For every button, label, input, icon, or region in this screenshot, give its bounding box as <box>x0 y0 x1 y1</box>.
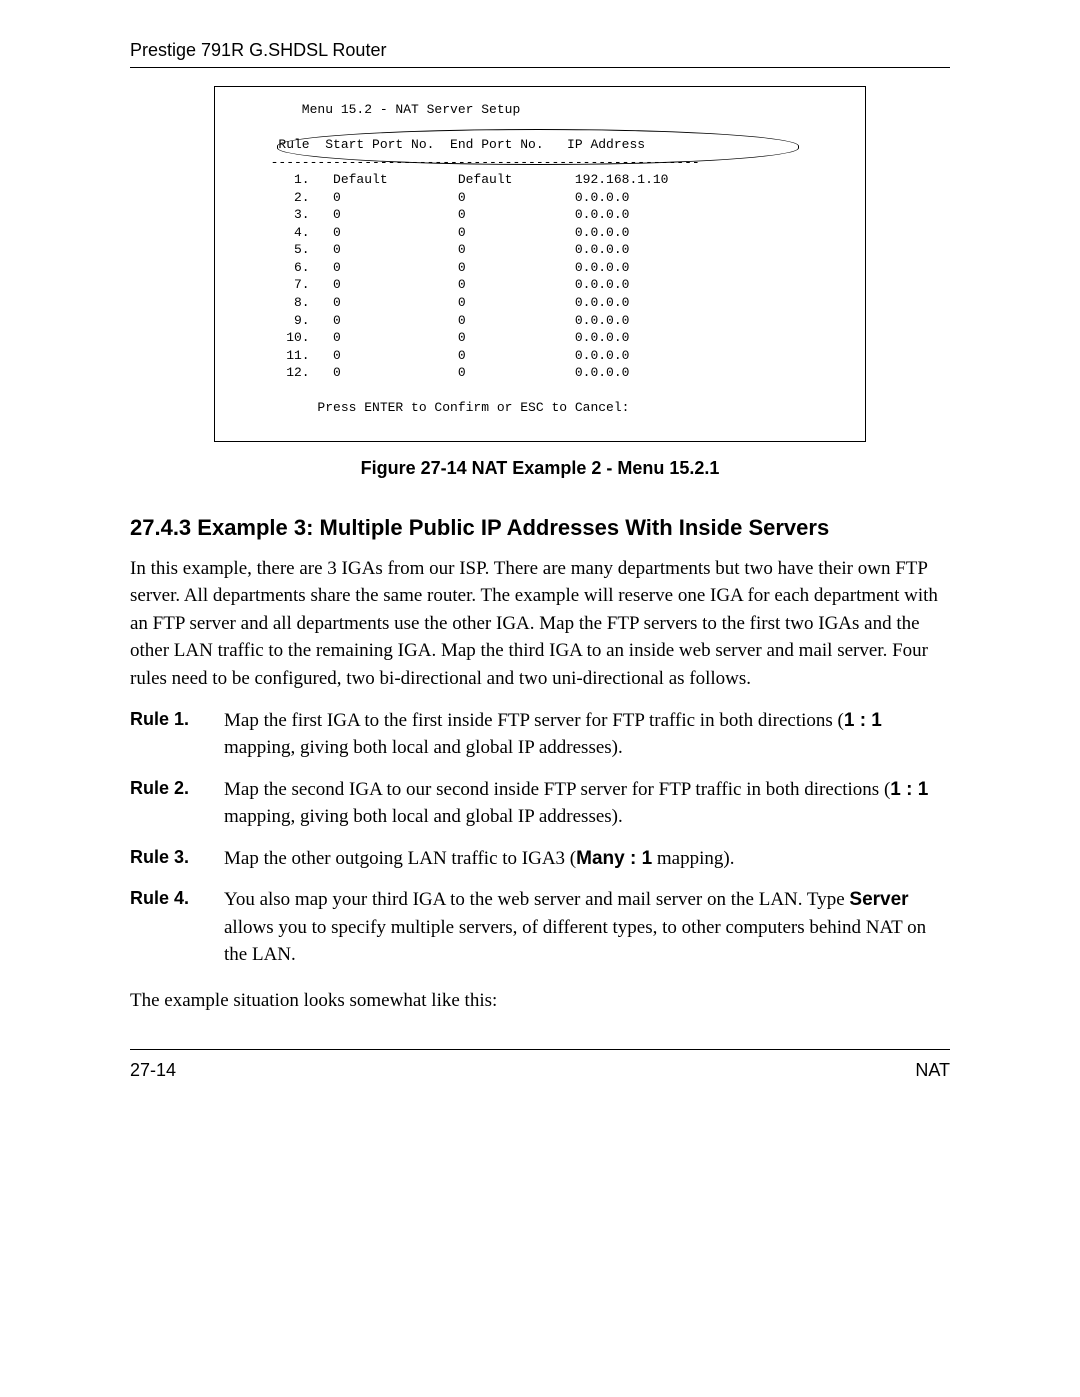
rule-label: Rule 4. <box>130 886 202 969</box>
document-page: Prestige 791R G.SHDSL Router Menu 15.2 -… <box>0 0 1080 1141</box>
rule-item: Rule 3. Map the other outgoing LAN traffi… <box>130 845 950 873</box>
rule-text-post: mapping, giving both local and global IP… <box>224 806 623 827</box>
rule-text-pre: Map the other outgoing LAN traffic to IG… <box>224 848 576 869</box>
rule-text-bold: Server <box>849 889 908 910</box>
figure-caption: Figure 27-14 NAT Example 2 - Menu 15.2.1 <box>130 458 950 479</box>
rule-item: Rule 4. You also map your third IGA to th… <box>130 886 950 969</box>
rule-label: Rule 1. <box>130 707 202 762</box>
rule-text: You also map your third IGA to the web s… <box>224 886 950 969</box>
closing-line: The example situation looks somewhat lik… <box>130 987 950 1015</box>
section-label: NAT <box>915 1060 950 1081</box>
rule-text-bold: 1 : 1 <box>890 779 928 800</box>
rule-item: Rule 1. Map the first IGA to the first in… <box>130 707 950 762</box>
rule-text-pre: You also map your third IGA to the web s… <box>224 889 849 910</box>
rule-text-bold: Many : 1 <box>576 848 652 869</box>
page-footer: 27-14 NAT <box>130 1049 950 1081</box>
running-header: Prestige 791R G.SHDSL Router <box>130 40 950 68</box>
rule-text: Map the other outgoing LAN traffic to IG… <box>224 845 950 873</box>
rule-text-post: allows you to specify multiple servers, … <box>224 917 926 966</box>
rule-list: Rule 1. Map the first IGA to the first in… <box>130 707 950 969</box>
section-heading: 27.4.3 Example 3: Multiple Public IP Add… <box>130 515 950 541</box>
rule-text-pre: Map the first IGA to the first inside FT… <box>224 710 844 731</box>
rule-text: Map the second IGA to our second inside … <box>224 776 950 831</box>
rule-text-bold: 1 : 1 <box>844 710 882 731</box>
rule-label: Rule 2. <box>130 776 202 831</box>
rule-text: Map the first IGA to the first inside FT… <box>224 707 950 762</box>
rule-text-pre: Map the second IGA to our second inside … <box>224 779 890 800</box>
highlight-oval <box>277 129 799 165</box>
rule-text-post: mapping, giving both local and global IP… <box>224 737 623 758</box>
section-paragraph: In this example, there are 3 IGAs from o… <box>130 555 950 693</box>
rule-label: Rule 3. <box>130 845 202 873</box>
rule-text-post: mapping). <box>652 848 734 869</box>
page-number: 27-14 <box>130 1060 176 1081</box>
rule-item: Rule 2. Map the second IGA to our second … <box>130 776 950 831</box>
terminal-text: Menu 15.2 - NAT Server Setup Rule Start … <box>255 101 825 417</box>
terminal-screenshot: Menu 15.2 - NAT Server Setup Rule Start … <box>214 86 866 442</box>
